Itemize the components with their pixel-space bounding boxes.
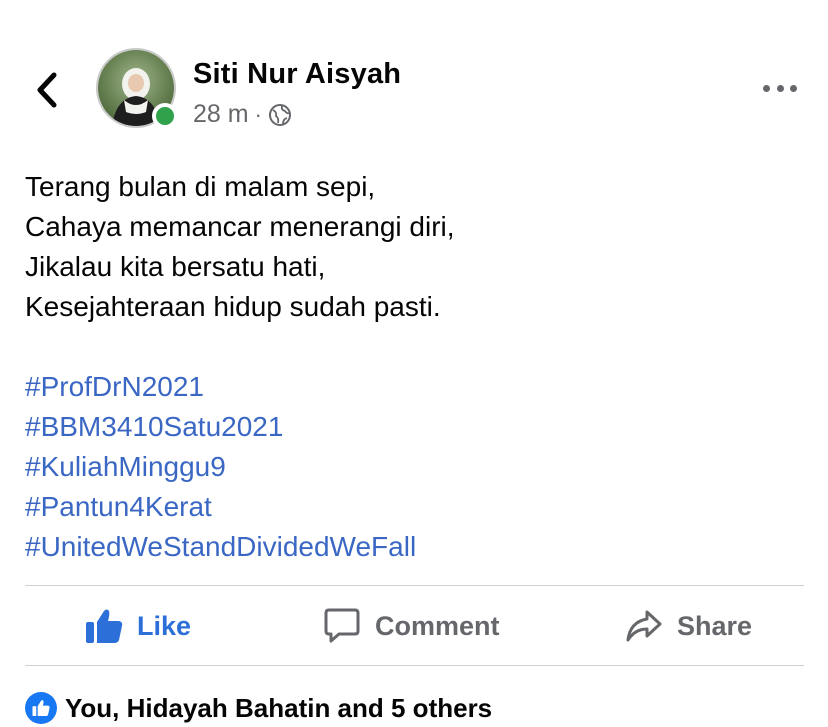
share-label: Share (677, 610, 753, 641)
post-body-line: Kesejahteraan hidup sudah pasti. (25, 291, 441, 322)
post-body-line: Jikalau kita bersatu hati, (25, 251, 326, 282)
reactions-summary[interactable]: You, Hidayah Bahatin and 5 others (25, 690, 492, 726)
post-header: Siti Nur Aisyah 28 m · (0, 40, 828, 140)
globe-icon[interactable] (268, 103, 292, 127)
like-reaction-icon (25, 692, 57, 724)
thumbs-up-icon (86, 609, 123, 643)
hashtag-link[interactable]: #KuliahMinggu9 (25, 447, 416, 487)
hashtag-list: #ProfDrN2021 #BBM3410Satu2021 #KuliahMin… (25, 367, 416, 567)
post-body: Terang bulan di malam sepi, Cahaya meman… (25, 167, 455, 327)
comment-label: Comment (375, 610, 500, 641)
more-dots-icon (763, 84, 770, 92)
like-label: Like (137, 610, 192, 641)
post-meta: 28 m · (193, 100, 292, 129)
author-name[interactable]: Siti Nur Aisyah (193, 58, 401, 91)
comment-bubble-icon (324, 608, 360, 643)
action-bar: Like Comment Share (25, 587, 804, 665)
more-options-button[interactable] (763, 78, 797, 98)
like-button[interactable]: Like (85, 587, 191, 665)
comment-button[interactable]: Comment (323, 587, 500, 665)
online-status-dot (152, 103, 178, 129)
post-time[interactable]: 28 m (193, 100, 249, 129)
share-arrow-icon (626, 610, 662, 642)
post-body-line: Cahaya memancar menerangi diri, (25, 211, 455, 242)
hashtag-link[interactable]: #Pantun4Kerat (25, 487, 416, 527)
meta-separator: · (254, 101, 262, 127)
more-dot (776, 84, 784, 92)
hashtag-link[interactable]: #BBM3410Satu2021 (25, 407, 416, 447)
back-button[interactable] (30, 70, 64, 110)
hashtag-link[interactable]: #ProfDrN2021 (25, 367, 416, 407)
hashtag-link[interactable]: #UnitedWeStandDividedWeFall (25, 527, 416, 567)
divider-bottom (25, 665, 804, 666)
chevron-left-icon (37, 72, 57, 108)
share-button[interactable]: Share (625, 587, 752, 665)
post-body-line: Terang bulan di malam sepi, (25, 171, 376, 202)
divider-top (25, 585, 804, 586)
more-dot (790, 84, 797, 92)
reactions-text: You, Hidayah Bahatin and 5 others (65, 692, 493, 723)
author-avatar[interactable] (96, 48, 178, 129)
